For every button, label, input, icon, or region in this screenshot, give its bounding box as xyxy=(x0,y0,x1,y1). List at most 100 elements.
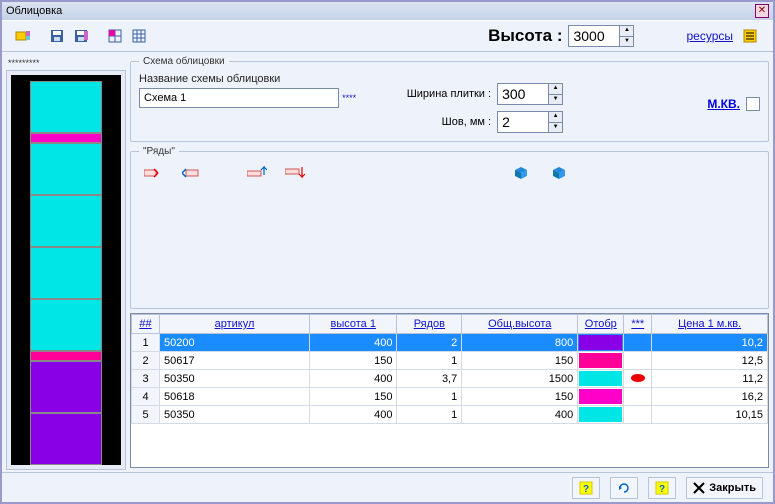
col-display[interactable]: Отобр xyxy=(578,315,624,334)
cell-mark[interactable] xyxy=(624,406,652,424)
cell-price[interactable]: 12,5 xyxy=(652,352,768,370)
save-icon[interactable] xyxy=(46,25,68,47)
grid2-icon[interactable] xyxy=(128,25,150,47)
cell-rows[interactable]: 3,7 xyxy=(397,370,462,388)
scheme-stars[interactable]: **** xyxy=(342,93,356,103)
resources-link[interactable]: ресурсы xyxy=(686,29,733,43)
spin-up-icon[interactable]: ▲ xyxy=(549,112,562,123)
refresh-button[interactable] xyxy=(610,477,638,499)
col-price[interactable]: Цена 1 м.кв. xyxy=(652,315,768,334)
mkv-link[interactable]: М.КВ. xyxy=(707,97,740,111)
cell-color[interactable] xyxy=(578,334,624,352)
cell-mark[interactable] xyxy=(624,388,652,406)
cell-h1[interactable]: 400 xyxy=(310,406,397,424)
table-row[interactable]: 550350400140010,15 xyxy=(132,406,768,424)
col-stars[interactable]: *** xyxy=(624,315,652,334)
cell-article[interactable]: 50350 xyxy=(160,406,310,424)
cell-mark[interactable] xyxy=(624,352,652,370)
resources-icon[interactable] xyxy=(739,25,761,47)
cell-total[interactable]: 150 xyxy=(462,388,578,406)
rows-table-wrapper[interactable]: ## артикул высота 1 Рядов Общ.высота Ото… xyxy=(130,313,769,468)
scheme-name-input[interactable] xyxy=(139,88,339,108)
table-row[interactable]: 250617150115012,5 xyxy=(132,352,768,370)
cell-total[interactable]: 1500 xyxy=(462,370,578,388)
spin-down-icon[interactable]: ▼ xyxy=(549,95,562,105)
cell-color[interactable] xyxy=(578,406,624,424)
cell-rows[interactable]: 1 xyxy=(397,406,462,424)
tile-width-spinner[interactable]: ▲▼ xyxy=(497,83,563,105)
save-as-icon[interactable] xyxy=(70,25,92,47)
svg-text:?: ? xyxy=(583,484,589,495)
preview-tile xyxy=(30,351,102,361)
col-height1[interactable]: высота 1 xyxy=(310,315,397,334)
height-input[interactable] xyxy=(569,26,619,46)
help1-button[interactable]: ? xyxy=(572,477,600,499)
tile-width-input[interactable] xyxy=(498,84,548,104)
cell-article[interactable]: 50617 xyxy=(160,352,310,370)
spin-up-icon[interactable]: ▲ xyxy=(549,84,562,95)
main-toolbar: Высота : ▲▼ ресурсы xyxy=(2,20,773,52)
cell-color[interactable] xyxy=(578,370,624,388)
cell-total[interactable]: 150 xyxy=(462,352,578,370)
cell-article[interactable]: 50350 xyxy=(160,370,310,388)
preview-panel xyxy=(6,70,126,470)
svg-text:?: ? xyxy=(659,484,665,495)
seam-input[interactable] xyxy=(498,112,548,132)
cell-h1[interactable]: 400 xyxy=(310,370,397,388)
cell-num: 4 xyxy=(132,388,160,406)
cell-rows[interactable]: 2 xyxy=(397,334,462,352)
mkv-checkbox[interactable] xyxy=(746,97,760,111)
cell-color[interactable] xyxy=(578,388,624,406)
cell-price[interactable]: 11,2 xyxy=(652,370,768,388)
preview-tile xyxy=(30,413,102,465)
cell-mark[interactable] xyxy=(624,370,652,388)
col-num[interactable]: ## xyxy=(132,315,160,334)
spin-down-icon[interactable]: ▼ xyxy=(549,123,562,133)
col-article[interactable]: артикул xyxy=(160,315,310,334)
table-row[interactable]: 450618150115016,2 xyxy=(132,388,768,406)
col-rows[interactable]: Рядов xyxy=(397,315,462,334)
rows-toolbar xyxy=(139,163,760,187)
height-spinner[interactable]: ▲▼ xyxy=(568,25,634,47)
cell-total[interactable]: 400 xyxy=(462,406,578,424)
pkg2-icon[interactable] xyxy=(549,165,569,181)
open-icon[interactable] xyxy=(12,25,34,47)
cell-mark[interactable] xyxy=(624,334,652,352)
facing-preview xyxy=(11,75,121,465)
cell-rows[interactable]: 1 xyxy=(397,352,462,370)
cell-total[interactable]: 800 xyxy=(462,334,578,352)
grid1-icon[interactable] xyxy=(104,25,126,47)
pkg1-icon[interactable] xyxy=(511,165,531,181)
help2-button[interactable]: ? xyxy=(648,477,676,499)
preview-tile xyxy=(30,143,102,195)
close-door-icon xyxy=(693,482,705,494)
preview-label: ********* xyxy=(6,56,126,70)
close-label: Закрыть xyxy=(709,482,756,494)
scheme-fieldset: Схема облицовки Название схемы облицовки… xyxy=(130,56,769,142)
spin-down-icon[interactable]: ▼ xyxy=(620,37,633,47)
cell-rows[interactable]: 1 xyxy=(397,388,462,406)
seam-spinner[interactable]: ▲▼ xyxy=(497,111,563,133)
cell-color[interactable] xyxy=(578,352,624,370)
cell-price[interactable]: 10,15 xyxy=(652,406,768,424)
cell-h1[interactable]: 400 xyxy=(310,334,397,352)
footer: ? ? Закрыть xyxy=(2,472,773,502)
cell-h1[interactable]: 150 xyxy=(310,352,397,370)
move-up-icon[interactable] xyxy=(247,165,267,181)
tile-width-label: Ширина плитки : xyxy=(386,88,491,100)
add-row-icon[interactable] xyxy=(181,165,201,181)
col-total-h[interactable]: Общ.высота xyxy=(462,315,578,334)
cell-h1[interactable]: 150 xyxy=(310,388,397,406)
close-icon[interactable]: ✕ xyxy=(755,4,769,18)
cell-num: 3 xyxy=(132,370,160,388)
move-down-icon[interactable] xyxy=(285,165,305,181)
table-row[interactable]: 3503504003,71500 11,2 xyxy=(132,370,768,388)
cell-article[interactable]: 50618 xyxy=(160,388,310,406)
cell-price[interactable]: 16,2 xyxy=(652,388,768,406)
spin-up-icon[interactable]: ▲ xyxy=(620,26,633,37)
cell-price[interactable]: 10,2 xyxy=(652,334,768,352)
delete-row-icon[interactable] xyxy=(143,165,163,181)
table-row[interactable]: 150200400280010,2 xyxy=(132,334,768,352)
cell-article[interactable]: 50200 xyxy=(160,334,310,352)
close-button[interactable]: Закрыть xyxy=(686,477,763,499)
